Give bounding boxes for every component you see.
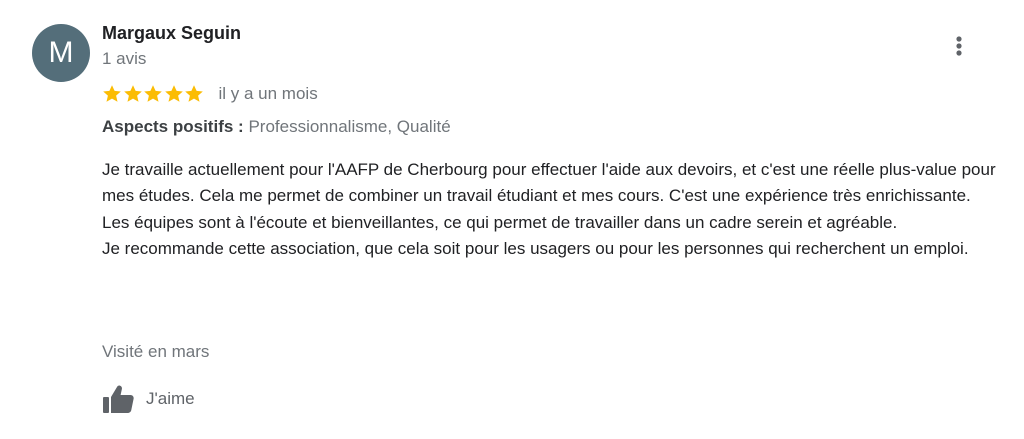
review-date: il y a un mois xyxy=(218,84,318,103)
review-paragraph: Je travaille actuellement pour l'AAFP de… xyxy=(102,160,996,206)
rating-row: il y a un mois xyxy=(102,82,318,106)
star-icon xyxy=(184,84,204,104)
review-card: M Margaux Seguin 1 avis il y a un mois A… xyxy=(0,0,1024,439)
star-icon xyxy=(102,84,122,104)
star-icon xyxy=(123,84,143,104)
positive-aspects: Aspects positifs : Professionnalisme, Qu… xyxy=(102,117,451,137)
star-icon xyxy=(143,84,163,104)
avatar[interactable]: M xyxy=(32,24,90,82)
thumbs-up-icon xyxy=(100,381,136,417)
author-name[interactable]: Margaux Seguin xyxy=(102,23,241,44)
more-vert-icon xyxy=(956,36,962,56)
star-rating xyxy=(102,84,205,104)
visit-info: Visité en mars xyxy=(102,342,210,361)
author-review-count: 1 avis xyxy=(102,49,147,68)
star-icon xyxy=(164,84,184,104)
like-button[interactable]: J'aime xyxy=(100,380,195,418)
aspects-value: Professionnalisme, Qualité xyxy=(248,117,451,136)
like-label: J'aime xyxy=(146,389,195,408)
review-text: Je travaille actuellement pour l'AAFP de… xyxy=(102,157,1017,262)
aspects-label: Aspects positifs : xyxy=(102,117,244,136)
review-paragraph: Je recommande cette association, que cel… xyxy=(102,238,969,258)
review-paragraph: Les équipes sont à l'écoute et bienveill… xyxy=(102,212,898,232)
more-options-button[interactable] xyxy=(944,30,974,62)
